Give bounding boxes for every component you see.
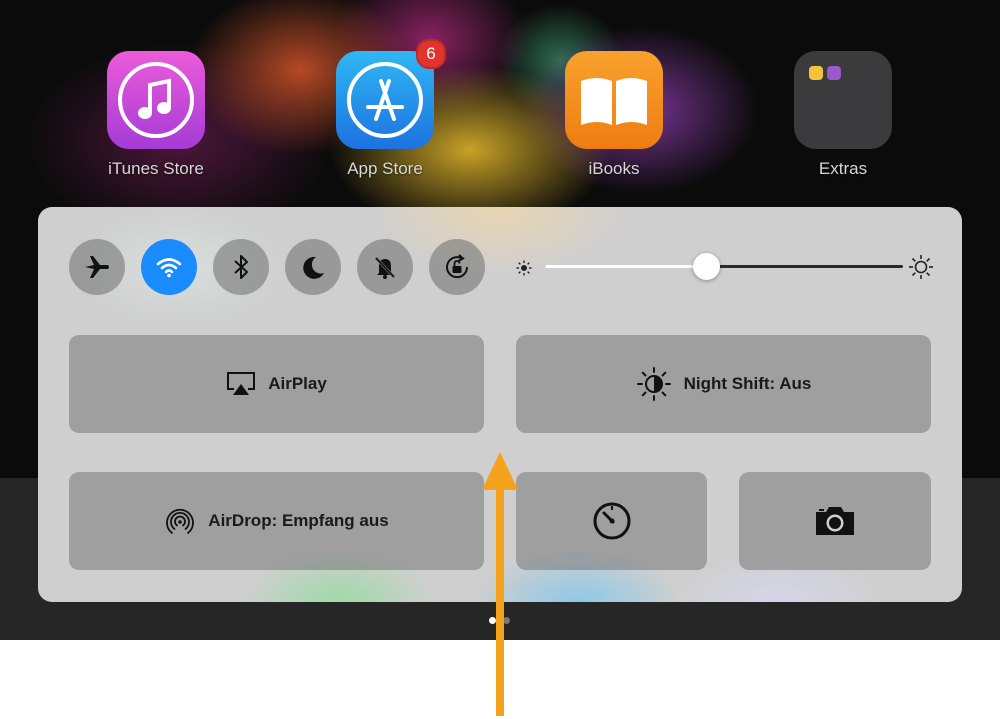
moon-icon (303, 256, 324, 279)
app-folder-extras[interactable]: Extras (793, 51, 893, 179)
rotation-lock-toggle[interactable] (429, 239, 485, 295)
sun-large-icon (909, 255, 933, 279)
app-app-store[interactable]: 6 App Store (335, 39, 446, 179)
night-shift-icon (636, 367, 671, 401)
airplane-mode-toggle[interactable] (69, 239, 125, 295)
wifi-toggle[interactable] (141, 239, 197, 295)
airplane-icon (85, 256, 109, 278)
itunes-note-icon (107, 51, 205, 149)
rotation-lock-icon (446, 254, 469, 279)
app-label: iBooks (588, 159, 640, 178)
airplay-label: AirPlay (268, 374, 327, 393)
app-label: Extras (818, 159, 868, 178)
brightness-fill (545, 265, 707, 268)
timer-button[interactable] (516, 472, 707, 570)
app-itunes-store[interactable]: iTunes Store (106, 51, 206, 179)
open-book-icon (565, 51, 663, 149)
night-shift-button[interactable]: Night Shift: Aus (516, 335, 931, 433)
annotation-arrow (482, 452, 518, 716)
brightness-track[interactable] (545, 253, 903, 280)
sun-small-icon (516, 260, 532, 276)
app-label: App Store (347, 159, 423, 178)
folder-icon (794, 51, 892, 149)
airplay-icon (227, 372, 256, 395)
app-ibooks[interactable]: iBooks (564, 51, 664, 179)
app-store-icon: 6 (336, 39, 446, 149)
bluetooth-toggle[interactable] (213, 239, 269, 295)
app-label: iTunes Store (108, 159, 204, 178)
bell-slash-icon (374, 256, 396, 279)
airplay-button[interactable]: AirPlay (69, 335, 484, 433)
bluetooth-icon (234, 255, 248, 279)
night-shift-label: Night Shift: Aus (683, 374, 812, 393)
airdrop-icon (166, 508, 195, 534)
airdrop-label: AirDrop: Empfang aus (208, 511, 389, 530)
mute-toggle[interactable] (357, 239, 413, 295)
timer-icon (593, 502, 630, 540)
camera-button[interactable] (739, 472, 931, 570)
notification-badge: 6 (416, 39, 446, 69)
do-not-disturb-toggle[interactable] (285, 239, 341, 295)
brightness-thumb[interactable] (693, 253, 721, 280)
camera-icon (816, 507, 854, 535)
airdrop-button[interactable]: AirDrop: Empfang aus (69, 472, 484, 570)
brightness-slider[interactable] (514, 251, 934, 283)
wifi-icon (156, 258, 182, 278)
